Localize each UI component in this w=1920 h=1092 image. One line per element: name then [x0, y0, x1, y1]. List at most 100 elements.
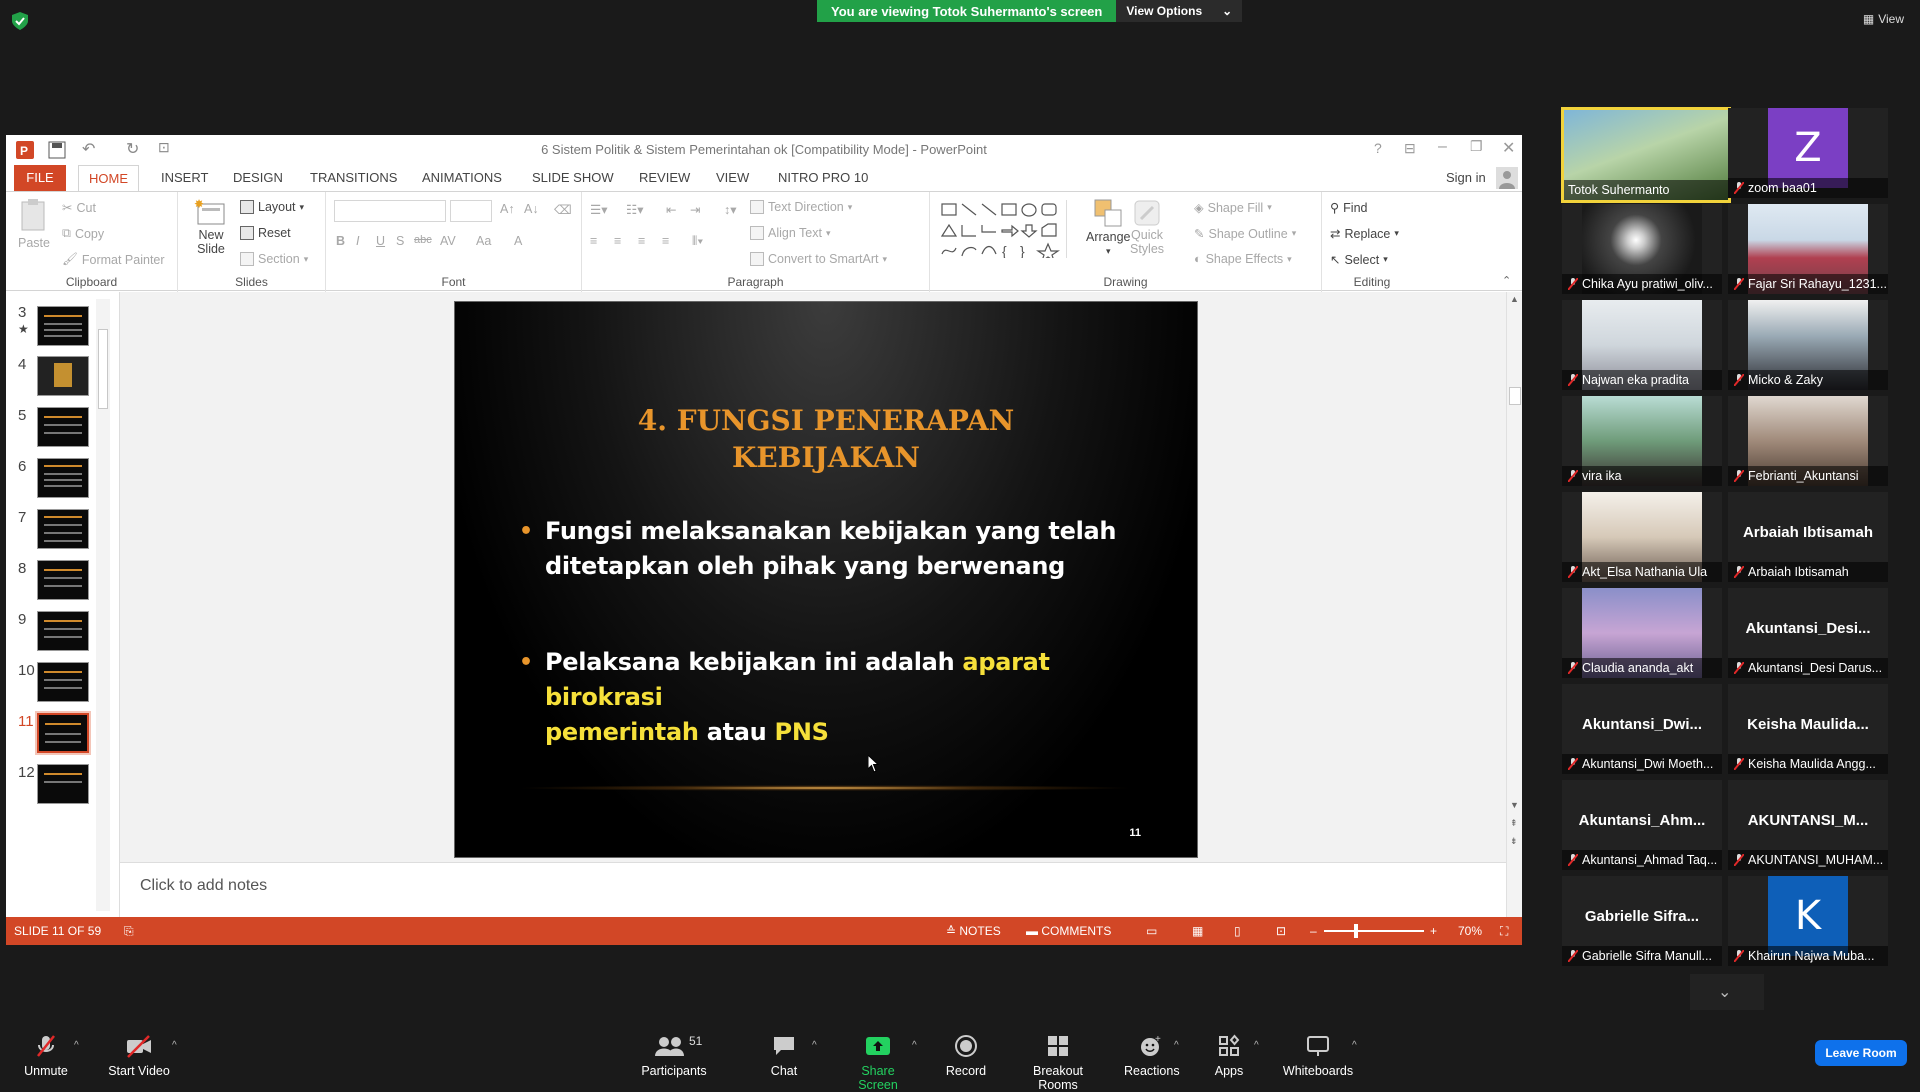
normal-view-icon[interactable]: ▭: [1146, 924, 1157, 938]
whiteboards-options-caret[interactable]: ^: [1352, 1040, 1357, 1051]
shapes-gallery[interactable]: {}: [938, 200, 1078, 258]
shapes-gallery-scroll[interactable]: [1066, 200, 1076, 258]
decrease-indent-icon[interactable]: ⇤: [666, 202, 676, 217]
zoom-out-icon[interactable]: –: [1310, 924, 1317, 938]
slide-thumbnail-11[interactable]: [35, 711, 91, 755]
tab-insert[interactable]: INSERT: [161, 170, 208, 185]
quick-styles-button[interactable]: Quick Styles: [1130, 198, 1164, 256]
slide-sorter-icon[interactable]: ▦: [1192, 924, 1203, 938]
font-color-button[interactable]: A: [514, 234, 522, 248]
participant-tile[interactable]: Akt_Elsa Nathania Ula: [1562, 492, 1722, 582]
unmute-button[interactable]: Unmute: [22, 1034, 70, 1078]
spell-check-icon[interactable]: ⎘: [124, 924, 134, 939]
replace-button[interactable]: ⇄ Replace ▾: [1330, 226, 1399, 242]
slide-thumbnail-9[interactable]: [37, 611, 89, 651]
italic-button[interactable]: I: [356, 234, 359, 248]
tab-transitions[interactable]: TRANSITIONS: [310, 170, 397, 185]
account-avatar-icon[interactable]: [1496, 167, 1518, 189]
align-center-icon[interactable]: ≡: [614, 234, 621, 248]
shrink-font-icon[interactable]: A↓: [524, 202, 539, 216]
chat-options-caret[interactable]: ^: [812, 1040, 817, 1051]
bold-button[interactable]: B: [336, 234, 345, 248]
align-left-icon[interactable]: ≡: [590, 234, 597, 248]
scroll-down-icon[interactable]: ▼: [1510, 800, 1519, 810]
zoom-in-icon[interactable]: +: [1430, 924, 1437, 938]
fit-slide-icon[interactable]: ⛶: [1500, 924, 1508, 939]
shape-fill-button[interactable]: ◈ Shape Fill ▾: [1194, 200, 1272, 216]
shape-effects-button[interactable]: ◐ Shape Effects ▾: [1194, 252, 1292, 266]
shape-outline-button[interactable]: ✎ Shape Outline ▾: [1194, 226, 1296, 242]
audio-options-caret[interactable]: ^: [74, 1040, 79, 1051]
slide-thumbnail-8[interactable]: [37, 560, 89, 600]
cut-button[interactable]: ✂ Cut: [62, 200, 96, 216]
columns-icon[interactable]: ⫴▾: [692, 234, 703, 249]
participant-tile[interactable]: Akuntansi_Dwi... Akuntansi_Dwi Moeth...: [1562, 684, 1722, 774]
apps-button[interactable]: Apps: [1212, 1034, 1246, 1078]
change-case-button[interactable]: Aa: [476, 234, 491, 248]
bullets-icon[interactable]: ☰▾: [590, 202, 607, 217]
find-button[interactable]: ⚲ Find: [1330, 200, 1367, 216]
start-video-button[interactable]: Start Video: [108, 1034, 170, 1078]
reactions-options-caret[interactable]: ^: [1174, 1040, 1179, 1051]
numbering-icon[interactable]: ☷▾: [626, 202, 643, 217]
current-slide[interactable]: 4. FUNGSI PENERAPAN KEBIJAKAN • Fungsi m…: [454, 301, 1198, 858]
leave-room-button[interactable]: Leave Room: [1815, 1040, 1907, 1066]
participant-tile[interactable]: Keisha Maulida... Keisha Maulida Angg...: [1728, 684, 1888, 774]
participant-tile[interactable]: vira ika: [1562, 396, 1722, 486]
slide-thumbnail-7[interactable]: [37, 509, 89, 549]
slide-scrollbar[interactable]: ▲ ▼ ⇞ ⇟: [1506, 292, 1522, 917]
line-spacing-icon[interactable]: ↕▾: [724, 202, 737, 217]
share-options-caret[interactable]: ^: [912, 1040, 917, 1051]
char-spacing-button[interactable]: AV: [440, 234, 456, 248]
reactions-button[interactable]: + Reactions: [1124, 1034, 1180, 1078]
participant-tile[interactable]: K Khairun Najwa Muba...: [1728, 876, 1888, 966]
font-name-combo[interactable]: [334, 200, 446, 222]
strikethrough-button[interactable]: abc: [414, 234, 432, 246]
thumbnail-scrollbar[interactable]: [96, 299, 110, 911]
scroll-up-icon[interactable]: ▲: [1510, 294, 1519, 304]
reading-view-icon[interactable]: ▯: [1234, 924, 1241, 938]
participant-tile[interactable]: Akuntansi_Desi... Akuntansi_Desi Darus...: [1728, 588, 1888, 678]
whiteboards-button[interactable]: Whiteboards: [1280, 1034, 1356, 1078]
next-slide-icon[interactable]: ⇟: [1510, 836, 1518, 847]
format-painter-button[interactable]: 🖌 Format Painter: [62, 252, 165, 267]
breakout-rooms-button[interactable]: Breakout Rooms: [1012, 1034, 1104, 1092]
grow-font-icon[interactable]: A↑: [500, 202, 515, 216]
previous-slide-icon[interactable]: ⇞: [1510, 818, 1518, 829]
tab-slide-show[interactable]: SLIDE SHOW: [532, 170, 614, 185]
tab-view[interactable]: VIEW: [716, 170, 749, 185]
increase-indent-icon[interactable]: ⇥: [690, 202, 700, 217]
slide-thumbnail-12[interactable]: [37, 764, 89, 804]
section-button[interactable]: Section ▾: [240, 252, 308, 266]
view-options-button[interactable]: View Options ⌄: [1116, 0, 1243, 22]
tab-home[interactable]: HOME: [78, 165, 139, 192]
zoom-level[interactable]: 70%: [1458, 924, 1482, 938]
align-right-icon[interactable]: ≡: [638, 234, 645, 248]
underline-button[interactable]: U: [376, 234, 385, 248]
video-options-caret[interactable]: ^: [172, 1040, 177, 1051]
slideshow-view-icon[interactable]: ⊡: [1276, 924, 1286, 938]
slide-thumbnail-10[interactable]: [37, 662, 89, 702]
share-screen-button[interactable]: Share Screen: [840, 1034, 916, 1092]
help-icon[interactable]: ?: [1374, 140, 1382, 156]
font-size-combo[interactable]: [450, 200, 492, 222]
text-direction-button[interactable]: Text Direction ▾: [750, 200, 852, 214]
chat-button[interactable]: Chat: [766, 1034, 802, 1078]
apps-options-caret[interactable]: ^: [1254, 1040, 1259, 1051]
arrange-button[interactable]: Arrange ▾: [1086, 198, 1130, 257]
participant-tile[interactable]: Arbaiah Ibtisamah Arbaiah Ibtisamah: [1728, 492, 1888, 582]
slide-thumbnail-5[interactable]: [37, 407, 89, 447]
record-button[interactable]: Record: [944, 1034, 988, 1078]
participant-tile[interactable]: Febrianti_Akuntansi: [1728, 396, 1888, 486]
comments-toggle[interactable]: ▬ COMMENTS: [1026, 924, 1111, 938]
layout-button[interactable]: Layout ▾: [240, 200, 304, 214]
zoom-slider-track[interactable]: [1324, 930, 1424, 932]
slide-thumbnail-4[interactable]: [37, 356, 89, 396]
notes-pane[interactable]: Click to add notes: [120, 862, 1506, 917]
gallery-next-page-button[interactable]: ⌄: [1690, 974, 1764, 1010]
participant-tile[interactable]: Totok Suhermanto: [1561, 107, 1731, 203]
slide-scroll-thumb[interactable]: [1509, 387, 1521, 405]
participant-tile[interactable]: Akuntansi_Ahm... Akuntansi_Ahmad Taq...: [1562, 780, 1722, 870]
tab-animations[interactable]: ANIMATIONS: [422, 170, 502, 185]
restore-icon[interactable]: ❐: [1470, 138, 1483, 155]
